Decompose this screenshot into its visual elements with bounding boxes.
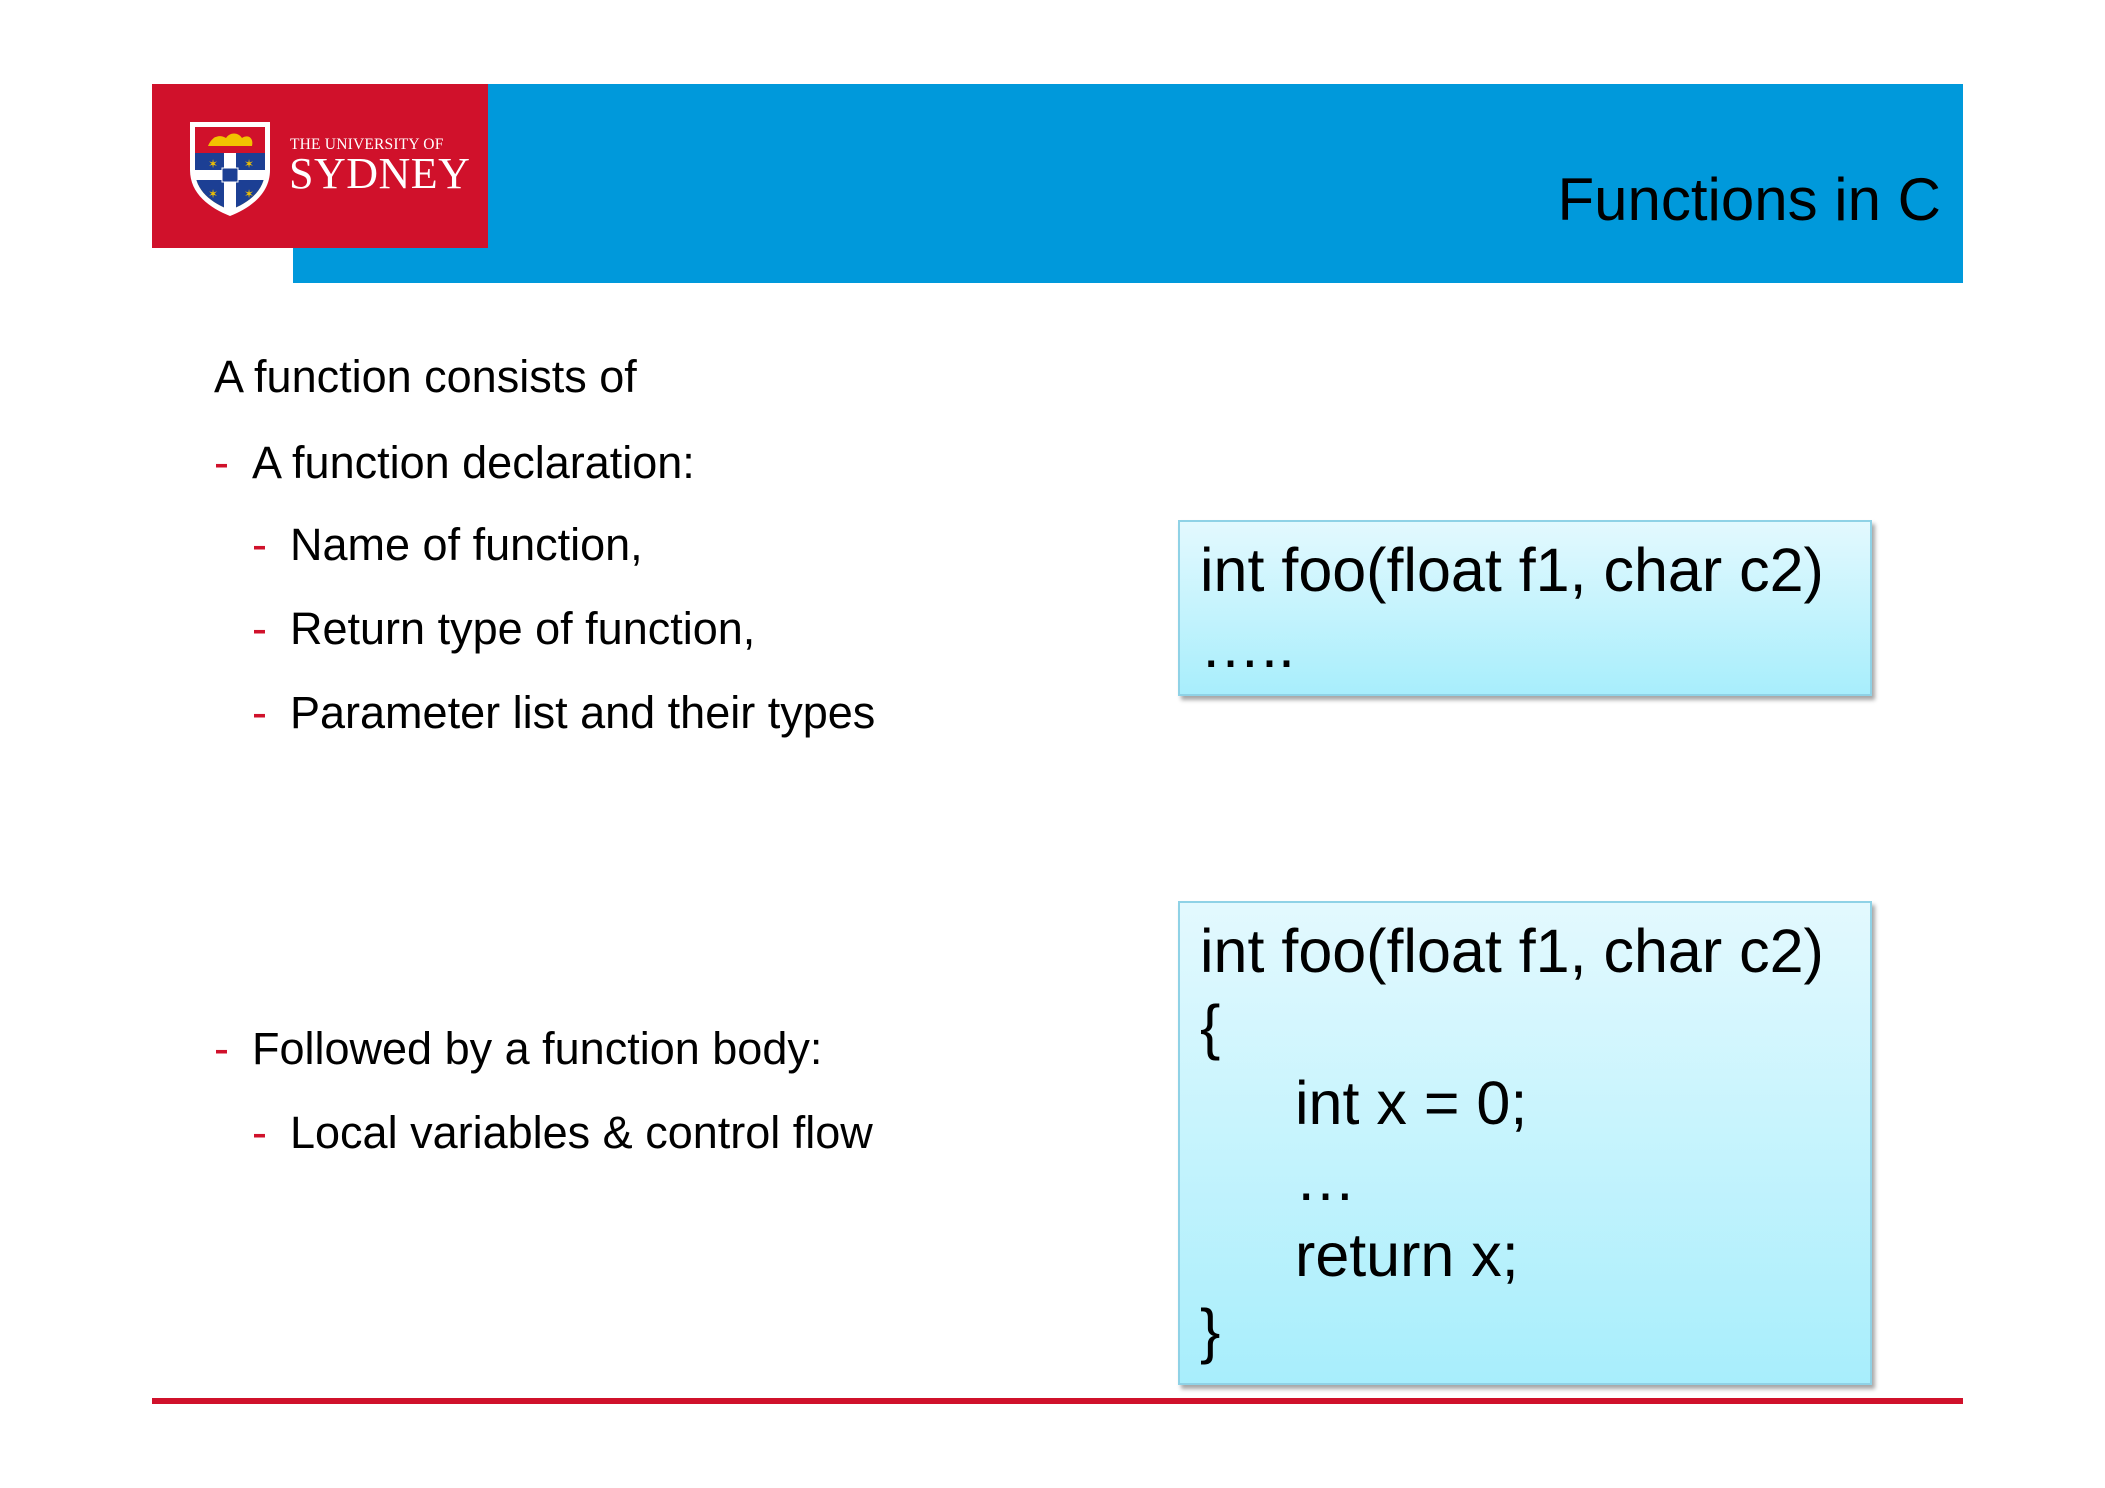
bullet-dash: -: [252, 687, 267, 738]
code-line: {: [1200, 993, 1221, 1061]
svg-text:✶: ✶: [208, 157, 218, 171]
bullet-dash: -: [252, 1107, 267, 1158]
bullet-name: Name of function,: [290, 519, 643, 570]
svg-text:✶: ✶: [244, 187, 254, 201]
svg-text:✶: ✶: [208, 187, 218, 201]
intro-text: A function consists of: [214, 351, 637, 402]
slide-title: Functions in C: [1557, 166, 1942, 233]
code-line: int x = 0;: [1295, 1069, 1528, 1137]
bullet-params: Parameter list and their types: [290, 687, 876, 738]
footer-divider: [152, 1398, 1963, 1404]
code-line: int foo(float f1, char c2): [1200, 536, 1824, 604]
bullet-dash: -: [214, 1023, 229, 1074]
code-box-body: int foo(float f1, char c2) { int x = 0; …: [1178, 901, 1872, 1385]
university-logo: ✶ ✶ ✶ ✶ THE UNIVERSITY OF SYDNEY: [152, 84, 488, 248]
svg-text:✶: ✶: [244, 157, 254, 171]
bullet-return-type: Return type of function,: [290, 603, 756, 654]
bullet-dash: -: [252, 603, 267, 654]
logo-text-line2: SYDNEY: [289, 149, 471, 198]
bullet-declaration: A function declaration:: [252, 437, 695, 488]
university-crest-icon: ✶ ✶ ✶ ✶: [190, 122, 270, 216]
code-box-declaration: int foo(float f1, char c2) …..: [1178, 520, 1872, 696]
bullet-dash: -: [214, 437, 229, 488]
bullet-locals: Local variables & control flow: [290, 1107, 873, 1158]
code-line: return x;: [1295, 1221, 1519, 1289]
bullet-dash: -: [252, 519, 267, 570]
code-line: int foo(float f1, char c2): [1200, 917, 1824, 985]
bullet-body: Followed by a function body:: [252, 1023, 823, 1074]
code-line: …: [1295, 1145, 1356, 1213]
code-line: }: [1200, 1297, 1221, 1365]
code-line: …..: [1200, 612, 1295, 680]
